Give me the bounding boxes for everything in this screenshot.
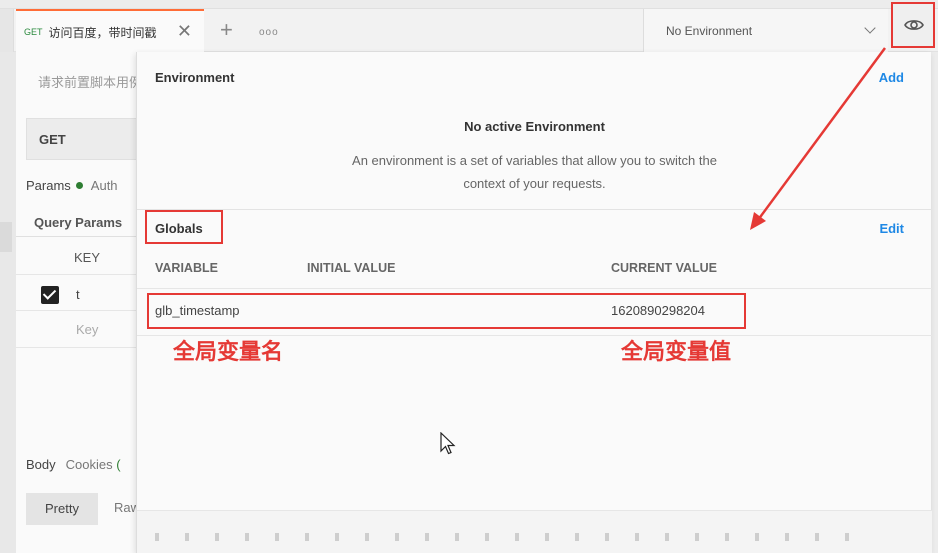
- close-tab-icon[interactable]: ✕: [177, 21, 192, 41]
- tab-params[interactable]: Params: [26, 178, 71, 193]
- no-active-environment-description: An environment is a set of variables tha…: [352, 153, 717, 191]
- environment-title: Environment: [155, 70, 235, 85]
- environment-quick-look-popover: Environment Add No active Environment An…: [136, 52, 932, 553]
- new-tab-icon[interactable]: +: [220, 18, 233, 42]
- globals-title: Globals: [145, 210, 223, 244]
- eye-icon: [904, 20, 924, 30]
- environment-select-value: No Environment: [666, 24, 753, 38]
- global-variable-current-value: 1620890298204: [611, 303, 705, 318]
- divider: [16, 310, 138, 311]
- tab-auth[interactable]: Auth: [91, 178, 118, 193]
- divider: [137, 288, 932, 289]
- divider: [16, 347, 138, 348]
- mouse-cursor-icon: [440, 432, 456, 455]
- no-active-environment-title: No active Environment: [464, 119, 605, 134]
- initial-value-column-header: INITIAL VALUE: [307, 261, 396, 275]
- tab-body[interactable]: Body: [26, 457, 56, 472]
- tab-title: 访问百度，带时间戳: [48, 25, 157, 40]
- cookies-count: (: [116, 457, 121, 472]
- request-description[interactable]: 请求前置脚本用例: [38, 72, 142, 91]
- pretty-button[interactable]: Pretty: [26, 493, 98, 525]
- request-editor: 请求前置脚本用例 GET Params Auth Query Params KEY…: [16, 52, 156, 553]
- param-key[interactable]: t: [76, 287, 80, 302]
- tab-bar: GET 访问百度，带时间戳 ✕ + ooo No Environment: [0, 8, 938, 53]
- params-status-dot: [75, 182, 83, 189]
- global-variable-name: glb_timestamp: [155, 303, 240, 318]
- request-tab[interactable]: GET 访问百度，带时间戳 ✕: [16, 9, 204, 53]
- param-key-placeholder[interactable]: Key: [76, 322, 98, 337]
- request-subtabs: Params Auth: [26, 178, 118, 193]
- query-params-label: Query Params: [34, 215, 123, 230]
- tab-bar-left-stub: [0, 9, 14, 53]
- annotation-variable-name: 全局变量名: [173, 339, 284, 365]
- left-sidebar-strip: [0, 52, 16, 553]
- variable-column-header: VARIABLE: [155, 261, 218, 275]
- divider: [16, 236, 138, 237]
- key-column-header: KEY: [74, 250, 101, 265]
- edit-globals-link[interactable]: Edit: [879, 221, 904, 236]
- chevron-down-icon: [864, 22, 876, 34]
- response-tabs: Body Cookies (: [26, 457, 121, 472]
- tab-method: GET: [24, 27, 43, 37]
- current-value-column-header: CURRENT VALUE: [611, 261, 718, 275]
- add-environment-link[interactable]: Add: [879, 70, 904, 85]
- tab-cookies[interactable]: Cookies: [66, 457, 113, 472]
- annotation-variable-value: 全局变量值: [621, 339, 732, 365]
- sidebar-marker: [0, 222, 12, 252]
- param-enabled-checkbox[interactable]: [41, 286, 59, 304]
- popover-footer: [137, 510, 932, 553]
- environment-select[interactable]: No Environment: [643, 9, 888, 53]
- environment-quick-look-button[interactable]: [891, 2, 935, 48]
- divider: [16, 274, 138, 275]
- more-tabs-icon[interactable]: ooo: [259, 27, 279, 38]
- footer-text-blurred: [155, 533, 855, 541]
- divider: [137, 209, 932, 210]
